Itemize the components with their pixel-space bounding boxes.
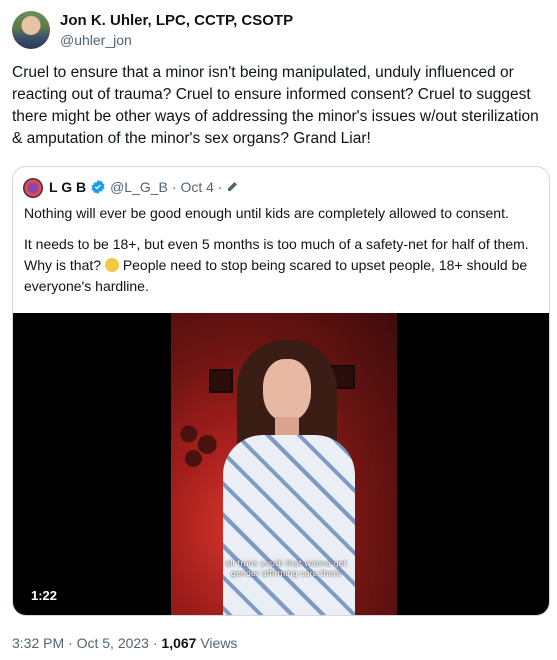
quoted-video[interactable]: all trans youth that wanna get gender af…: [13, 313, 549, 615]
person-body: [223, 435, 355, 615]
video-caption: all trans youth that wanna get gender af…: [225, 559, 347, 578]
verified-badge-icon: [91, 180, 105, 194]
views-label: Views: [200, 635, 238, 651]
author-handle[interactable]: @uhler_jon: [60, 31, 132, 49]
quoted-text: Nothing will ever be good enough until k…: [24, 203, 539, 307]
views-count: 1,067: [161, 635, 197, 651]
plant: [175, 413, 221, 483]
quoted-author-handle[interactable]: @L_G_B: [110, 178, 168, 196]
quoted-avatar[interactable]: [23, 178, 43, 198]
tweet-timestamp[interactable]: 3:32 PM · Oct 5, 2023 ·: [12, 635, 158, 651]
person-face: [263, 359, 311, 421]
quoted-date: · Oct 4 ·: [171, 179, 223, 195]
quoted-author-name[interactable]: L G B: [49, 178, 86, 196]
wall-picture-left: [209, 369, 233, 393]
tweet-text: Cruel to ensure that a minor isn't being…: [12, 64, 539, 147]
author-name[interactable]: Jon K. Uhler, LPC, CCTP, CSOTP: [60, 12, 293, 30]
quoted-tweet[interactable]: L G B @L_G_B · Oct 4 · Nothing will ever…: [12, 166, 550, 616]
quoted-paragraph-2: It needs to be 18+, but even 5 months is…: [24, 234, 539, 297]
video-duration: 1:22: [27, 587, 62, 604]
thinking-face-icon: [104, 258, 119, 272]
quoted-header: L G B @L_G_B · Oct 4 ·: [49, 178, 238, 196]
tweet-footer: 3:32 PM · Oct 5, 2023 · 1,067 Views: [12, 634, 237, 652]
author-avatar[interactable]: [12, 11, 50, 49]
video-frame: all trans youth that wanna get gender af…: [171, 313, 397, 615]
pencil-icon: [228, 182, 238, 191]
quoted-paragraph-1: Nothing will ever be good enough until k…: [24, 205, 509, 221]
